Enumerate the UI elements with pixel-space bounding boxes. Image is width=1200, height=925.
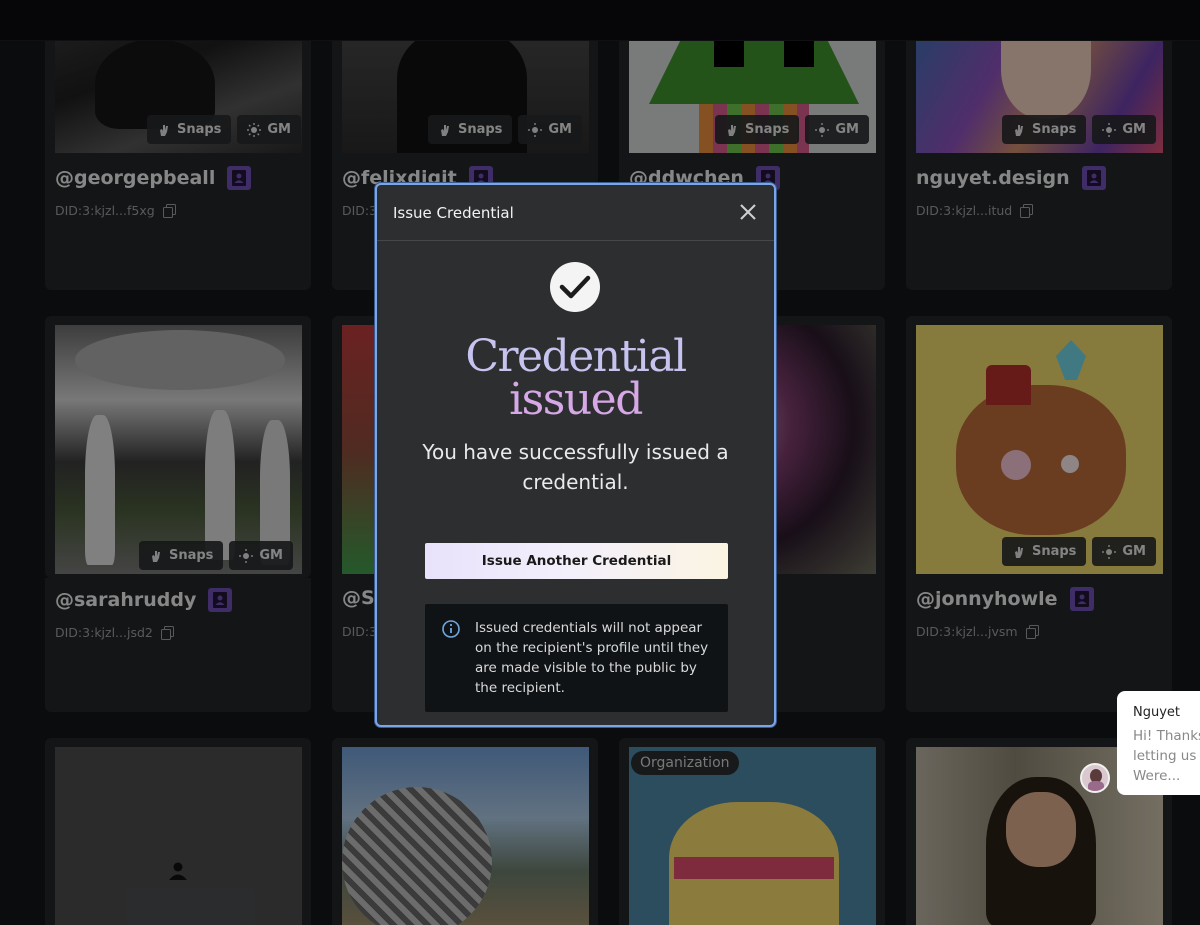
modal-header: Issue Credential: [377, 185, 774, 241]
modal-title: Issue Credential: [393, 203, 514, 222]
info-icon: [442, 620, 460, 638]
chat-popup[interactable]: Nguyet Hi! Thanks letting us k Were...: [1117, 691, 1200, 795]
success-headline: Credential: [465, 331, 687, 382]
chat-message-line: letting us k: [1133, 748, 1200, 764]
success-headline-line2: issued: [509, 374, 643, 425]
chat-sender-name: Nguyet: [1133, 705, 1181, 720]
chat-message-line: Were...: [1133, 768, 1181, 784]
checkmark-icon: [550, 262, 600, 312]
info-text: Issued credentials will not appear on th…: [475, 620, 709, 696]
issue-credential-modal: Issue Credential Credential issued You h…: [375, 183, 776, 727]
chat-message-line: Hi! Thanks: [1133, 728, 1200, 744]
close-icon[interactable]: [738, 202, 758, 222]
issue-another-credential-button[interactable]: Issue Another Credential: [425, 543, 728, 579]
success-message: You have successfully issued a credentia…: [422, 440, 729, 494]
chat-avatar[interactable]: [1080, 763, 1110, 793]
info-notice: Issued credentials will not appear on th…: [425, 604, 728, 712]
